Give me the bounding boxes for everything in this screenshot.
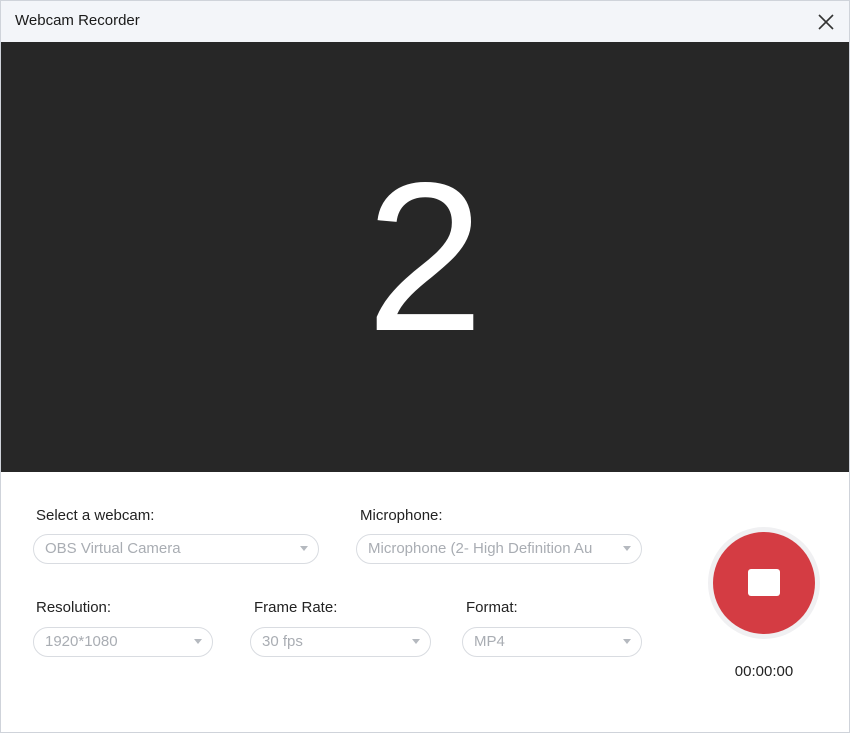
recording-timer: 00:00:00 <box>734 663 794 680</box>
title-bar: Webcam Recorder <box>1 1 849 42</box>
webcam-preview: 2 <box>1 42 849 472</box>
chevron-down-icon <box>622 638 632 646</box>
stop-record-button[interactable] <box>708 527 820 639</box>
window-title: Webcam Recorder <box>15 12 140 29</box>
chevron-down-icon <box>299 545 309 553</box>
stop-icon <box>748 569 780 596</box>
microphone-select[interactable]: Microphone (2- High Definition Au <box>356 534 642 564</box>
frame-rate-select[interactable]: 30 fps <box>250 627 431 657</box>
webcam-label: Select a webcam: <box>36 507 155 524</box>
resolution-label: Resolution: <box>36 599 112 616</box>
resolution-select-value: 1920*1080 <box>45 633 118 650</box>
webcam-select[interactable]: OBS Virtual Camera <box>33 534 319 564</box>
microphone-select-value: Microphone (2- High Definition Au <box>368 540 593 557</box>
resolution-select[interactable]: 1920*1080 <box>33 627 213 657</box>
webcam-select-value: OBS Virtual Camera <box>45 540 181 557</box>
record-button-face <box>713 532 815 634</box>
close-icon <box>818 14 834 30</box>
close-button[interactable] <box>813 9 839 35</box>
format-select-value: MP4 <box>474 633 505 650</box>
chevron-down-icon <box>411 638 421 646</box>
frame-rate-label: Frame Rate: <box>254 599 338 616</box>
chevron-down-icon <box>193 638 203 646</box>
countdown-number: 2 <box>366 138 484 375</box>
webcam-recorder-window: Webcam Recorder 2 Select a webcam: OBS V… <box>0 0 850 733</box>
chevron-down-icon <box>622 545 632 553</box>
format-select[interactable]: MP4 <box>462 627 642 657</box>
microphone-label: Microphone: <box>360 507 443 524</box>
format-label: Format: <box>466 599 518 616</box>
frame-rate-select-value: 30 fps <box>262 633 303 650</box>
